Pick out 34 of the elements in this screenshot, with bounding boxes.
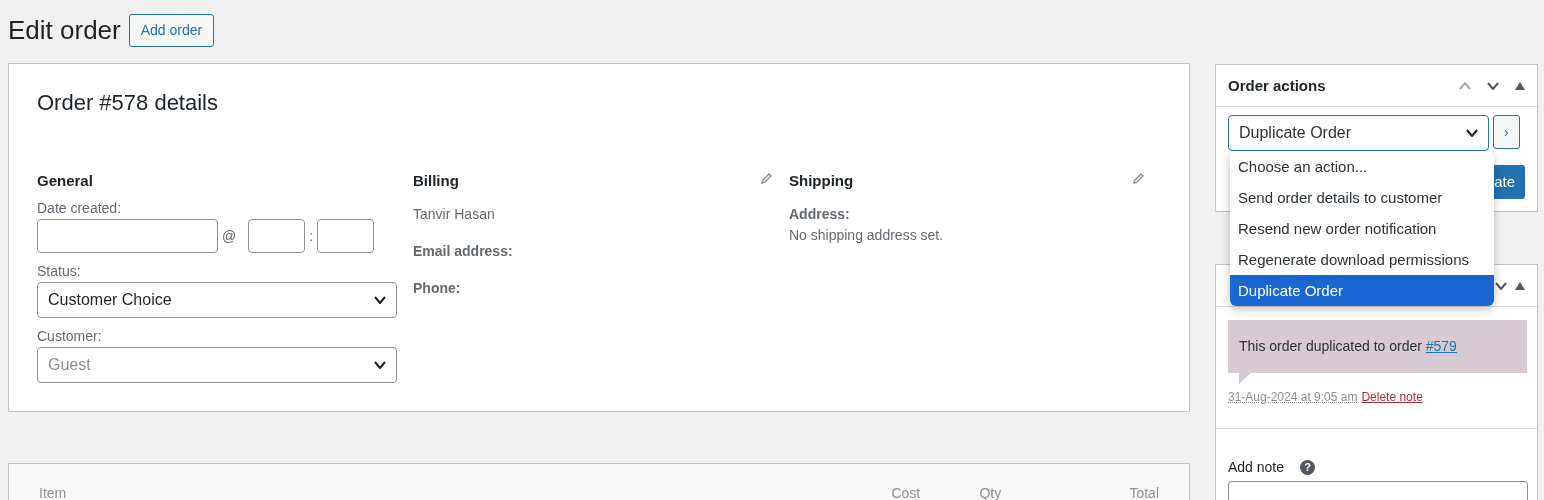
at-sign: @ xyxy=(222,226,237,246)
field-label: Email address: xyxy=(413,242,514,262)
dropdown-option[interactable]: Resend new order notification xyxy=(1230,213,1494,244)
column-header: Cost xyxy=(891,484,922,500)
column-header: Item xyxy=(39,484,68,500)
colon-separator: : xyxy=(309,226,314,246)
status-select[interactable]: Customer Choice xyxy=(37,282,397,319)
delete-note-link[interactable]: Delete note xyxy=(1361,388,1423,406)
field-label: Date created: xyxy=(37,199,123,219)
billing-name: Tanvir Hasan xyxy=(413,205,496,225)
section-heading: Shipping xyxy=(789,172,854,191)
field-label: Status: xyxy=(37,262,82,282)
field-label: Phone: xyxy=(413,279,462,299)
section-heading: General xyxy=(37,172,94,191)
help-icon[interactable]: ? xyxy=(1300,460,1316,475)
column-header: Total xyxy=(1129,484,1159,500)
dropdown-option[interactable]: Regenerate download permissions xyxy=(1230,244,1494,275)
note-text: This order duplicated to order #579 xyxy=(1228,320,1527,373)
apply-button[interactable]: › xyxy=(1493,115,1520,149)
field-label: Address: xyxy=(789,205,851,225)
field-label: Add note xyxy=(1228,458,1285,477)
panel-title: Order actions xyxy=(1228,76,1326,95)
column-header: Qty xyxy=(979,484,1003,500)
dropdown-option[interactable]: Send order details to customer xyxy=(1230,182,1494,213)
page-title: Edit order xyxy=(8,14,121,47)
add-order-button[interactable]: Add order xyxy=(128,14,215,47)
dropdown-option[interactable]: Choose an action... xyxy=(1230,151,1494,182)
field-label: Customer: xyxy=(37,327,103,347)
action-select[interactable]: Duplicate Order xyxy=(1228,115,1489,151)
order-title: Order #578 details xyxy=(37,90,219,117)
address-text: No shipping address set. xyxy=(789,226,945,246)
dropdown-option[interactable]: Duplicate Order xyxy=(1230,275,1494,306)
section-heading: Billing xyxy=(413,172,459,191)
note-date: 31-Aug-2024 at 9:05 am xyxy=(1228,389,1358,406)
